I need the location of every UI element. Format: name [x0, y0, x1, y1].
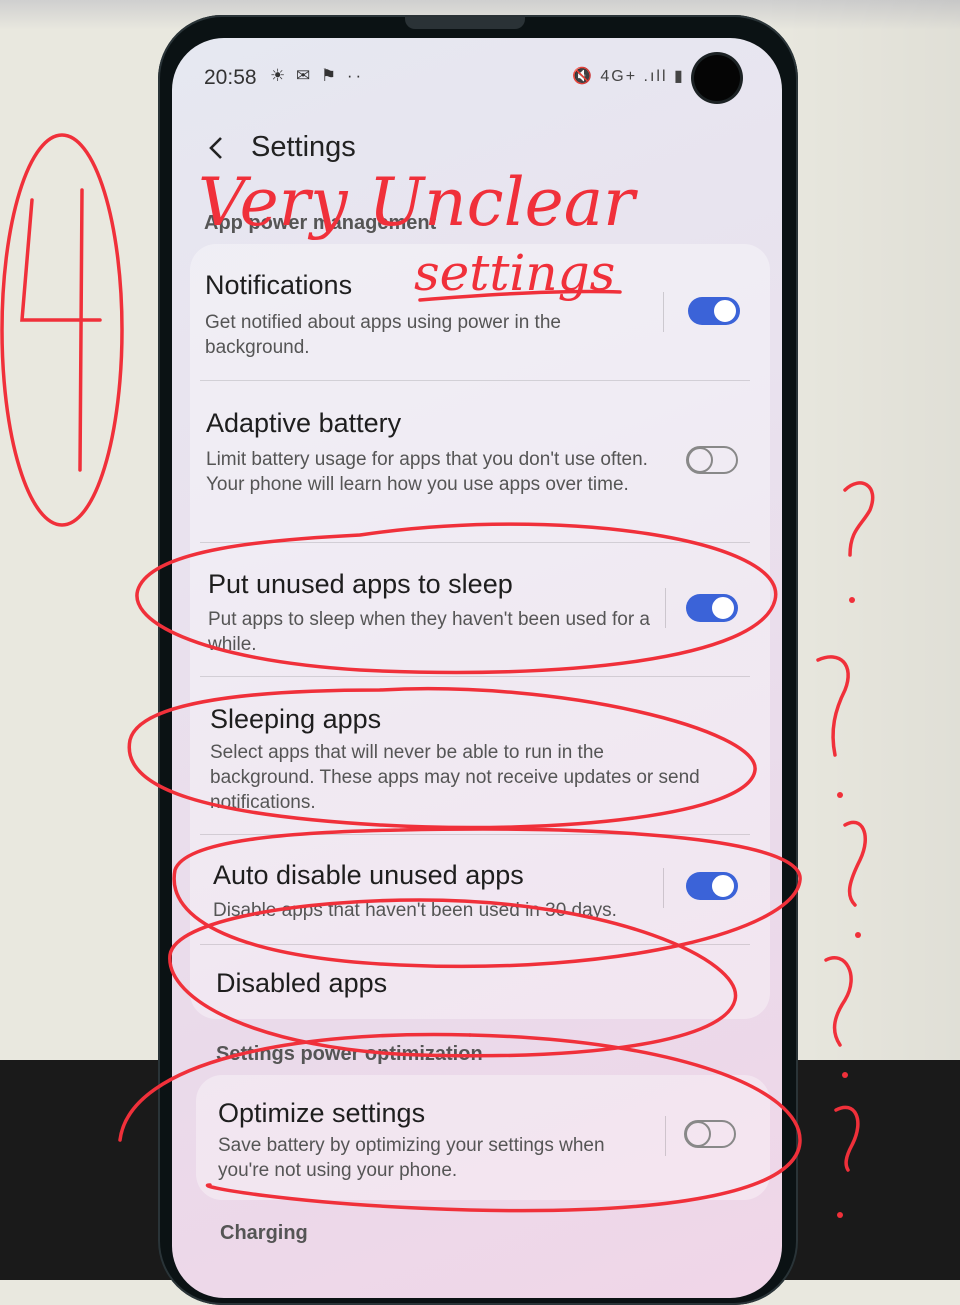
- adaptive-battery-subtitle: Limit battery usage for apps that you do…: [206, 449, 648, 495]
- status-time: 20:58: [204, 66, 257, 89]
- optimize-settings-subtitle: Save battery by optimizing your settings…: [218, 1135, 605, 1181]
- divider: [200, 834, 750, 835]
- annotation-number-oval: [0, 133, 124, 527]
- annotation-number-4-stroke: [20, 188, 102, 472]
- optimize-settings-title: Optimize settings: [218, 1098, 426, 1128]
- sleeping-apps-title: Sleeping apps: [210, 704, 382, 734]
- status-notification-icons: ☀ ✉ ⚑ ··: [270, 66, 365, 85]
- put-unused-apps-to-sleep-title: Put unused apps to sleep: [208, 569, 513, 599]
- put-unused-apps-to-sleep-toggle[interactable]: [686, 594, 738, 622]
- disabled-apps-title: Disabled apps: [216, 968, 388, 998]
- adaptive-battery-toggle[interactable]: [686, 446, 738, 474]
- notifications-toggle[interactable]: [688, 297, 740, 325]
- auto-disable-unused-apps-toggle[interactable]: [686, 872, 738, 900]
- section-settings-power-label: Settings power optimization: [216, 1043, 483, 1065]
- auto-disable-unused-apps-subtitle: Disable apps that haven't been used in 3…: [213, 900, 617, 921]
- chevron-left-icon[interactable]: [203, 134, 231, 162]
- section-app-power-label: App power management: [204, 212, 437, 234]
- auto-disable-unused-apps-title: Auto disable unused apps: [213, 860, 524, 890]
- adaptive-battery-title: Adaptive battery: [206, 408, 402, 438]
- divider: [200, 676, 750, 677]
- divider: [200, 944, 750, 945]
- divider: [200, 380, 750, 381]
- toggle-knob: [710, 873, 736, 899]
- sleeping-apps-subtitle: Select apps that will never be able to r…: [210, 742, 700, 813]
- divider: [200, 542, 750, 543]
- row-separator: [663, 868, 664, 908]
- toggle-knob: [685, 1121, 711, 1147]
- toggle-knob: [687, 447, 713, 473]
- toggle-knob: [710, 595, 736, 621]
- section-charging-label: Charging: [220, 1222, 308, 1244]
- put-unused-apps-to-sleep-subtitle: Put apps to sleep when they haven't been…: [208, 609, 650, 655]
- row-separator: [665, 1116, 666, 1156]
- optimize-settings-toggle[interactable]: [684, 1120, 736, 1148]
- toggle-knob: [712, 298, 738, 324]
- row-separator: [663, 292, 664, 332]
- front-camera: [694, 55, 740, 101]
- notifications-subtitle: Get notified about apps using power in t…: [205, 312, 561, 358]
- page-title: Settings: [251, 131, 356, 163]
- row-separator: [665, 588, 666, 628]
- earpiece-speaker: [405, 15, 525, 29]
- notifications-title: Notifications: [205, 270, 353, 300]
- status-system-icons: 🔇 4G+ .ıll ▮: [572, 68, 685, 85]
